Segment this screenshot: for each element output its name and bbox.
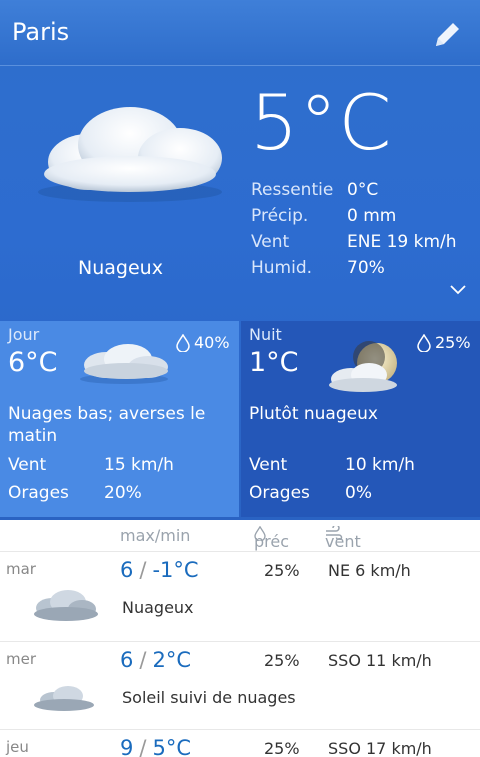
night-label: Nuit — [249, 325, 282, 344]
maxmin-header: max/min — [120, 526, 191, 545]
temp-separator: / — [139, 558, 147, 582]
forecast-max: 6 — [120, 648, 134, 672]
forecast-wind: NE 6 km/h — [328, 561, 411, 580]
cloud-icon — [80, 344, 168, 384]
cloud-icon — [34, 590, 98, 621]
forecast-min: 5°C — [152, 736, 191, 757]
forecast-wind: SSO 11 km/h — [328, 651, 432, 670]
forecast-day: mar — [6, 560, 36, 578]
day-description: Nuages bas; averses le matin — [8, 404, 206, 446]
day-rain: 40% — [176, 333, 230, 352]
detail-value: 70% — [347, 258, 385, 278]
night-temperature: 1°C — [249, 347, 299, 378]
detail-label: Vent — [251, 232, 290, 252]
detail-row: Vent ENE 19 km/h — [251, 232, 457, 258]
app-bar: Paris — [0, 0, 480, 66]
current-temperature: 5°C — [250, 78, 393, 167]
forecast-list[interactable]: max/min préc vent mar 6/-1°C 25% NE 6 km… — [0, 520, 480, 757]
forecast-temps: 6/2°C — [120, 648, 191, 672]
city-name[interactable]: Paris — [12, 18, 69, 46]
detail-row: Humid. 70% — [251, 258, 457, 284]
droplet-icon — [417, 333, 431, 352]
night-storm-value: 0% — [345, 483, 372, 503]
wind-header-label: vent — [325, 532, 361, 551]
day-wind-value: 15 km/h — [104, 455, 174, 475]
day-wind-label: Vent — [8, 455, 47, 475]
night-wind-value: 10 km/h — [345, 455, 415, 475]
pencil-icon[interactable] — [426, 14, 466, 54]
forecast-condition: Soleil suivi de nuages — [122, 688, 296, 707]
forecast-prec: 25% — [264, 739, 300, 757]
prec-header: préc — [254, 526, 289, 551]
forecast-day: mer — [6, 650, 37, 668]
day-storm-label: Orages — [8, 483, 69, 503]
forecast-condition: Nuageux — [122, 598, 194, 617]
detail-row: Ressentie 0°C — [251, 180, 457, 206]
forecast-min: -1°C — [152, 558, 199, 582]
night-storm-label: Orages — [249, 483, 310, 503]
forecast-day: jeu — [6, 738, 29, 756]
forecast-row[interactable]: jeu 9/5°C 25% SSO 17 km/h — [0, 730, 480, 757]
moon-cloud-icon — [329, 341, 397, 392]
wind-header: vent — [325, 526, 361, 551]
day-storm-row: Orages 20% — [8, 483, 142, 503]
day-rain-value: 40% — [194, 333, 230, 352]
forecast-max: 6 — [120, 558, 134, 582]
detail-label: Ressentie — [251, 180, 334, 200]
detail-row: Précip. 0 mm — [251, 206, 457, 232]
temp-separator: / — [139, 648, 147, 672]
cloud-icon — [34, 686, 94, 711]
night-description: Plutôt nuageux — [249, 404, 378, 424]
night-panel[interactable]: Nuit 1°C 25% Plutôt nuageux Vent 10 km/h… — [241, 321, 480, 517]
day-label: Jour — [8, 325, 40, 344]
temp-separator: / — [139, 736, 147, 757]
forecast-max: 9 — [120, 736, 134, 757]
detail-label: Humid. — [251, 258, 313, 278]
forecast-prec: 25% — [264, 651, 300, 670]
detail-value: 0°C — [347, 180, 379, 200]
forecast-row[interactable]: mar 6/-1°C 25% NE 6 km/h Nuageux — [0, 552, 480, 642]
day-panel[interactable]: Jour 6°C 40% Nuages bas; averses le mati… — [0, 321, 239, 517]
droplet-icon — [176, 333, 190, 352]
forecast-row[interactable]: mer 6/2°C 25% SSO 11 km/h Soleil suivi d… — [0, 642, 480, 730]
forecast-temps: 6/-1°C — [120, 558, 199, 582]
forecast-header: max/min préc vent — [0, 520, 480, 552]
night-wind-label: Vent — [249, 455, 288, 475]
prec-header-label: préc — [254, 532, 290, 551]
night-rain-value: 25% — [435, 333, 471, 352]
forecast-temps: 9/5°C — [120, 736, 191, 757]
night-storm-row: Orages 0% — [249, 483, 372, 503]
detail-value: 0 mm — [347, 206, 397, 226]
day-temperature: 6°C — [8, 347, 58, 378]
current-condition: Nuageux — [78, 257, 163, 279]
night-wind-row: Vent 10 km/h — [249, 455, 415, 475]
detail-value: ENE 19 km/h — [347, 232, 457, 252]
current-details: Ressentie 0°C Précip. 0 mm Vent ENE 19 k… — [251, 180, 457, 284]
forecast-wind: SSO 17 km/h — [328, 739, 432, 757]
night-rain: 25% — [417, 333, 471, 352]
day-storm-value: 20% — [104, 483, 142, 503]
detail-label: Précip. — [251, 206, 309, 226]
day-wind-row: Vent 15 km/h — [8, 455, 174, 475]
cloud-icon — [38, 107, 222, 202]
chevron-down-icon[interactable] — [448, 282, 468, 296]
forecast-prec: 25% — [264, 561, 300, 580]
forecast-min: 2°C — [152, 648, 191, 672]
